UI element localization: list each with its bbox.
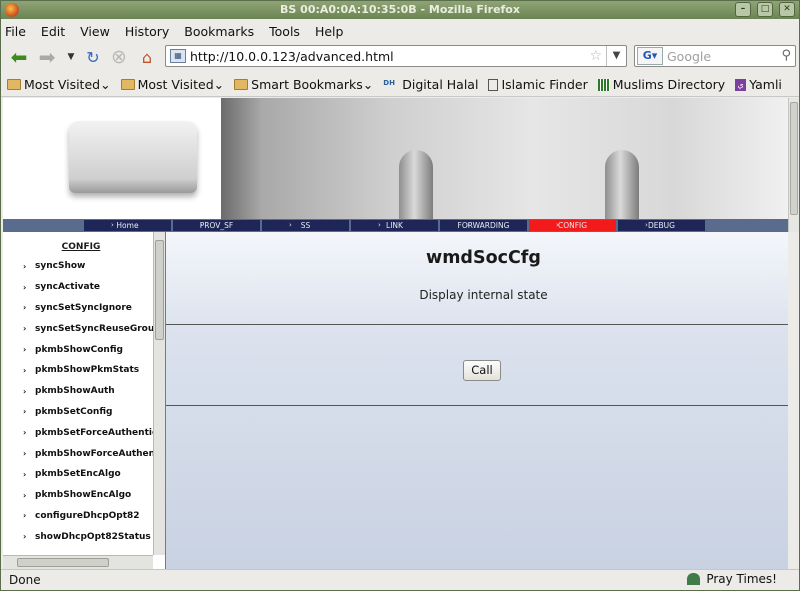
- chevron-down-icon: ⌄: [100, 77, 111, 92]
- device-image-large: [221, 98, 788, 220]
- menu-view[interactable]: View: [80, 24, 110, 39]
- sidebar-item-syncsetsyncignore[interactable]: › syncSetSyncIgnore: [3, 298, 153, 319]
- sidebar-item-pkmbshowencalgo[interactable]: › pkmbShowEncAlgo: [3, 485, 153, 506]
- divider: [166, 324, 788, 325]
- title-bar: BS 00:A0:0A:10:35:0B - Mozilla Firefox –…: [1, 1, 799, 19]
- bookmark-smart-bookmarks[interactable]: Smart Bookmarks ⌄: [234, 77, 373, 92]
- page-description: Display internal state: [419, 288, 548, 302]
- sidebar-horizontal-scrollbar[interactable]: [3, 555, 153, 569]
- bookmark-muslims-directory[interactable]: Muslims Directory: [597, 77, 725, 92]
- scrollbar-thumb[interactable]: [790, 102, 798, 215]
- page-vertical-scrollbar[interactable]: [788, 98, 799, 232]
- bookmark-digital-halal[interactable]: DH Digital Halal: [383, 77, 478, 92]
- menu-file[interactable]: File: [5, 24, 26, 39]
- search-placeholder[interactable]: Google: [667, 49, 711, 64]
- back-arrow-icon[interactable]: ⬅: [7, 45, 31, 69]
- tab-link[interactable]: › LINK: [351, 220, 438, 231]
- forward-arrow-icon[interactable]: ➡: [35, 45, 59, 69]
- dh-icon: DH: [383, 79, 395, 87]
- sidebar-item-pkmbsetencalgo[interactable]: › pkmbSetEncAlgo: [3, 464, 153, 485]
- browser-window: BS 00:A0:0A:10:35:0B - Mozilla Firefox –…: [0, 0, 800, 591]
- directory-icon: [597, 78, 610, 91]
- maximize-icon[interactable]: □: [757, 2, 773, 17]
- bookmarks-toolbar: Most Visited ⌄ Most Visited ⌄ Smart Bookma…: [1, 73, 799, 97]
- url-bar[interactable]: ▦ http://10.0.0.123/advanced.html ☆ ▼: [165, 45, 627, 67]
- folder-icon: [7, 79, 21, 90]
- search-box[interactable]: G▾ Google ⚲: [634, 45, 796, 67]
- status-text: Done: [9, 573, 41, 587]
- folder-icon: [234, 79, 249, 90]
- chevron-down-icon: ⌄: [362, 77, 374, 92]
- tab-config[interactable]: › CONFIG: [529, 220, 616, 231]
- status-bar: Done Pray Times!: [1, 569, 799, 590]
- header-banner: [3, 98, 788, 220]
- page-title: wmdSocCfg: [426, 248, 541, 268]
- menu-edit[interactable]: Edit: [41, 24, 65, 39]
- site-identity-icon[interactable]: ▦: [170, 49, 186, 63]
- firefox-logo-icon: [5, 3, 19, 17]
- folder-icon: [120, 79, 135, 90]
- main-panel: wmdSocCfg Display internal state Call: [165, 232, 788, 569]
- chevron-down-icon: ⌄: [213, 77, 225, 92]
- google-engine-icon[interactable]: G▾: [637, 47, 663, 65]
- scrollbar-thumb[interactable]: [17, 558, 109, 567]
- home-icon[interactable]: ⌂: [135, 46, 159, 68]
- menu-help[interactable]: Help: [315, 24, 344, 39]
- page-content: › Home › PROV_SF › SS › LINK › FORWARDING › CO…: [3, 98, 788, 569]
- tab-forwarding[interactable]: › FORWARDING: [440, 220, 527, 231]
- tab-ss[interactable]: › SS: [262, 220, 349, 231]
- sidebar-item-pkmbsetforceauthentica[interactable]: › pkmbSetForceAuthentica: [3, 422, 153, 443]
- search-icon[interactable]: ⚲: [781, 48, 791, 63]
- window-controls: – □ ✕: [735, 2, 795, 17]
- call-button[interactable]: Call: [463, 360, 501, 381]
- url-dropdown-icon[interactable]: ▼: [606, 46, 626, 66]
- window-title: BS 00:A0:0A:10:35:0B - Mozilla Firefox: [280, 3, 520, 16]
- menu-history[interactable]: History: [125, 24, 169, 39]
- mosque-icon: [687, 573, 701, 585]
- bookmark-islamic-finder[interactable]: Islamic Finder: [488, 77, 588, 92]
- menu-bar: File Edit View History Bookmarks Tools H…: [1, 20, 799, 42]
- yamli-icon: ي: [735, 78, 747, 91]
- url-text[interactable]: http://10.0.0.123/advanced.html: [190, 49, 394, 64]
- minimize-icon[interactable]: –: [735, 2, 751, 17]
- history-dropdown-icon[interactable]: ▼: [59, 46, 83, 68]
- bookmark-most-visited-2[interactable]: Most Visited ⌄: [120, 77, 225, 92]
- pray-times-addon[interactable]: Pray Times!: [687, 572, 777, 586]
- reload-icon[interactable]: ↻: [81, 46, 105, 68]
- tab-prov-sf[interactable]: › PROV_SF: [173, 220, 260, 231]
- sidebar: CONFIG › syncShow › syncActivate › syncSetS…: [3, 232, 153, 563]
- sidebar-item-pkmbshowauth[interactable]: › pkmbShowAuth: [3, 381, 153, 402]
- sidebar-item-syncsetsyncreusegroup[interactable]: › syncSetSyncReuseGroup: [3, 318, 153, 339]
- menu-bookmarks[interactable]: Bookmarks: [184, 24, 254, 39]
- sidebar-vertical-scrollbar[interactable]: [153, 232, 165, 555]
- bookmark-star-icon[interactable]: ☆: [589, 48, 602, 64]
- divider: [166, 405, 788, 406]
- stop-icon[interactable]: ⊗: [107, 46, 131, 68]
- tab-debug[interactable]: › DEBUG: [618, 220, 705, 231]
- sidebar-item-pkmbshowforceauthenti[interactable]: › pkmbShowForceAuthenti: [3, 443, 153, 464]
- sidebar-item-configuredhcpopt82[interactable]: › configureDhcpOpt82: [3, 506, 153, 527]
- tab-home[interactable]: › Home: [84, 220, 171, 231]
- menu-tools[interactable]: Tools: [269, 24, 300, 39]
- sidebar-item-syncshow[interactable]: › syncShow: [3, 256, 153, 277]
- sidebar-item-pkmbsetconfig[interactable]: › pkmbSetConfig: [3, 402, 153, 423]
- bookmark-most-visited[interactable]: Most Visited ⌄: [7, 77, 111, 92]
- scrollbar-thumb[interactable]: [155, 240, 164, 340]
- pray-times-label: Pray Times!: [706, 572, 777, 586]
- sidebar-item-pkmbshowconfig[interactable]: › pkmbShowConfig: [3, 339, 153, 360]
- sidebar-item-syncactivate[interactable]: › syncActivate: [3, 277, 153, 298]
- top-nav-tabs: › Home › PROV_SF › SS › LINK › FORWARDING › CO…: [3, 219, 788, 232]
- page-icon: [488, 78, 499, 91]
- device-image-small: [69, 121, 197, 193]
- bookmark-yamli[interactable]: ي Yamli: [735, 77, 782, 92]
- close-icon[interactable]: ✕: [779, 2, 795, 17]
- sidebar-item-pkmbshowpkmstats[interactable]: › pkmbShowPkmStats: [3, 360, 153, 381]
- sidebar-item-showdhcpopt82status[interactable]: › showDhcpOpt82Status: [3, 526, 153, 547]
- sidebar-title: CONFIG: [61, 242, 101, 252]
